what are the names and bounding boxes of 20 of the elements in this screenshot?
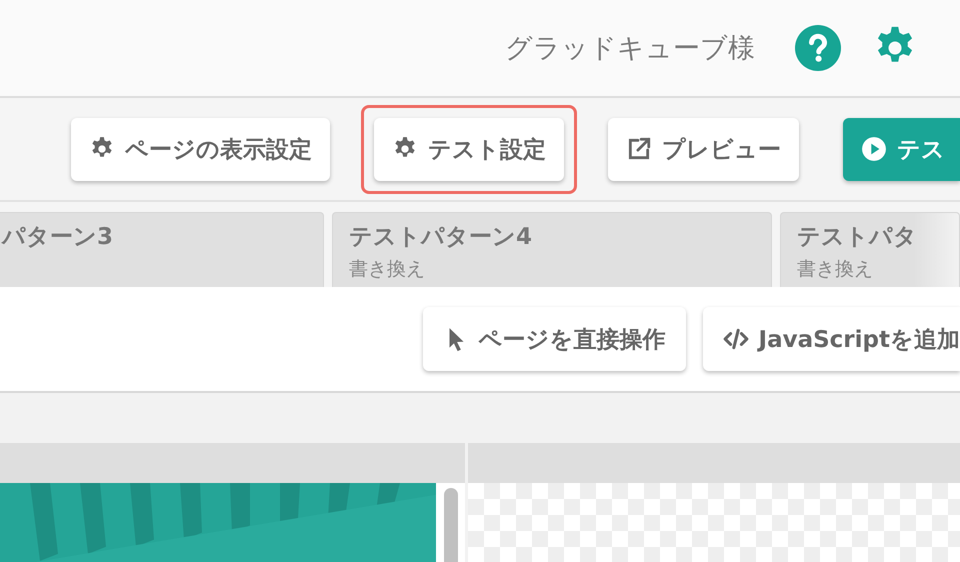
toolbar-button[interactable]: ページの表示設定 — [71, 118, 330, 180]
scrollbar-thumb[interactable] — [444, 488, 458, 562]
tab-title: テストパタ — [797, 223, 918, 252]
tab-title: パターン3 — [2, 223, 114, 252]
tab-subtitle: 書き換え — [349, 257, 426, 282]
user-name: グラッドキューブ様 — [505, 32, 755, 66]
tab-subtitle: 書き換え — [797, 257, 874, 282]
action-button[interactable]: ページを直接操作 — [422, 307, 686, 371]
play-icon — [861, 136, 887, 162]
toolbar-button[interactable]: プレビュー — [608, 118, 799, 180]
action-button[interactable]: JavaScriptを追加 — [702, 307, 960, 371]
pattern-tab[interactable]: パターン3 — [0, 212, 324, 287]
external-link-icon — [626, 136, 652, 162]
pattern-tab[interactable]: テストパターン4 書き換え — [332, 212, 772, 287]
toolbar-button[interactable]: テスト設定 — [374, 118, 564, 180]
help-button[interactable] — [795, 25, 841, 71]
help-icon — [795, 25, 841, 71]
code-icon — [722, 326, 749, 352]
tab-title: テストパターン4 — [349, 223, 534, 252]
start-test-button[interactable]: テス — [843, 118, 960, 180]
